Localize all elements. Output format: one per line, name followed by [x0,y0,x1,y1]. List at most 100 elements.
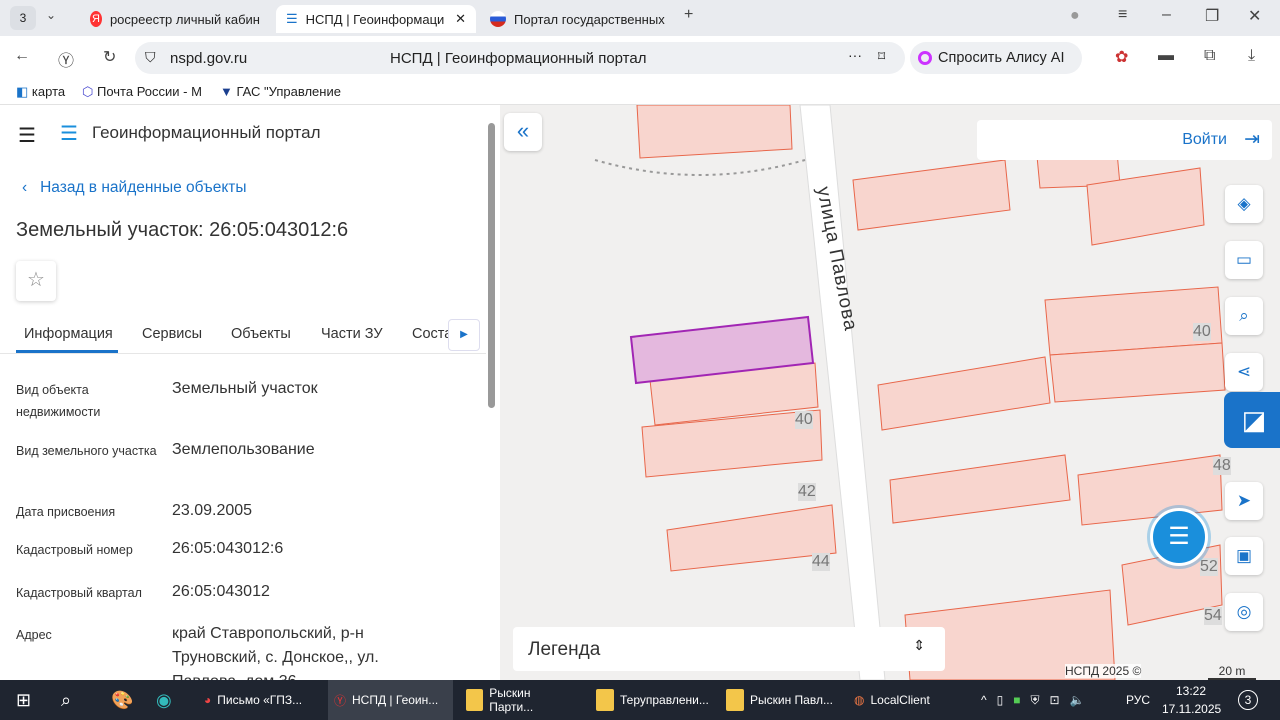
tabs-scroll-right-button[interactable]: ▶ [448,319,480,351]
share-button[interactable]: ⋖ [1225,353,1263,391]
download-icon[interactable]: ⤓ [1248,47,1255,65]
clock-date[interactable]: 17.11.2025 [1162,702,1221,716]
localclient-icon: ◍ [854,693,865,707]
bookmark-label: Почта России - М [96,84,202,99]
extension-icon[interactable]: ✿ [1115,47,1128,67]
ruler-button[interactable]: ▭ [1225,241,1263,279]
info-key: Кадастровый квартал [16,586,142,600]
taskbar-app[interactable]: Рыскин Парти... [460,680,580,720]
extension-icon[interactable]: ⧉ [1204,47,1215,65]
minimize-icon[interactable]: – [1162,6,1171,24]
map-view[interactable]: улица Павлова 40 40 42 44 48 52 54 « Вой… [500,105,1280,680]
taskbar-app[interactable]: Рыскин Павл... [720,680,840,720]
tab-information[interactable]: Информация [24,326,113,342]
back-link[interactable]: ‹ Назад в найденные объекты [22,179,247,197]
ask-alice-button[interactable]: Спросить Алису AI [910,42,1082,74]
expand-icon: ⇕ [913,637,925,653]
info-value: край Ставропольский, р-н Труновский, с. … [172,625,379,680]
login-icon: ⇥ [1244,129,1260,150]
minimap-button[interactable]: ▣ [1225,537,1263,575]
edge-app[interactable]: ◉ [150,680,178,720]
shield-icon: ⛉ [145,49,156,65]
divider [0,353,486,354]
tab-rosreestr[interactable]: Яросреестр личный кабин [80,5,270,33]
app-label: Теруправлени... [620,693,709,707]
taskbar-app[interactable]: ◕ Письмо «ГПЗ... [198,680,318,720]
url-text: nspd.gov.ru [170,50,248,67]
taskbar-app[interactable]: Ⓨ НСПД | Геоин... [328,680,453,720]
scrollbar-thumb[interactable] [488,123,495,408]
menu-icon[interactable]: ≡ [1118,6,1127,24]
geolocation-button[interactable]: ◎ [1225,593,1263,631]
box-icon: ⬡ [82,84,94,99]
bookmark-karta[interactable]: ◧ карта [16,84,65,100]
app-tray-icon: ■ [1013,693,1021,707]
new-tab-icon[interactable]: + [684,6,693,24]
copyright: НСПД 2025 © [1065,664,1142,678]
tab-nspd[interactable]: ☰ НСПД | Геоинформаци ✕ [276,5,476,33]
flag-icon [490,11,506,27]
yandex-button-icon[interactable]: Ⓨ [58,47,74,71]
path-line [594,159,806,176]
reload-icon[interactable]: ↻ [103,47,116,67]
hamburger-icon[interactable]: ☰ [18,123,36,148]
clock-time[interactable]: 13:22 [1176,684,1206,698]
tab-objects[interactable]: Объекты [231,326,291,342]
legend-panel[interactable]: Легенда ⇕ [513,627,945,671]
windows-icon: ⊞ [16,689,32,710]
tab-composition[interactable]: Соста [412,326,452,342]
url-field[interactable]: ⛉ nspd.gov.ru НСПД | Геоинформационный п… [135,42,905,74]
alice-label: Спросить Алису AI [938,50,1065,66]
shield-tray-icon: ⛨ [1030,692,1040,707]
close-window-icon[interactable]: ✕ [1248,6,1261,26]
gas-icon: ▼ [220,84,233,99]
profile-icon[interactable]: ● [1070,7,1080,25]
bookmark-gas[interactable]: ▼ ГАС "Управление [220,84,341,99]
tab-gosuslugi[interactable]: Портал государственных [480,5,675,33]
language-indicator[interactable]: РУС [1126,693,1150,707]
extension-icon[interactable]: ▬ [1158,47,1174,65]
search-button[interactable]: ⌕ [55,680,77,720]
app-label: Рыскин Парти... [489,686,534,714]
taskbar-app[interactable]: Теруправлени... [590,680,715,720]
folder-icon [596,689,614,711]
select-area-button[interactable]: ⌕ [1225,297,1263,335]
tab-title: росреестр личный кабин [109,11,260,27]
map-canvas [594,105,1226,680]
chat-button[interactable]: ☰ [1150,508,1208,566]
paint-app[interactable]: 🎨 [105,680,139,720]
yandex-browser-icon: Ⓨ [334,693,347,708]
tab-services[interactable]: Сервисы [142,326,202,342]
back-icon[interactable]: ← [14,47,30,65]
system-tray[interactable]: ^ ▯ ■ ⛨ ⊡ 🔈 [975,680,1091,720]
collapse-panel-button[interactable]: « [504,113,542,151]
layers-button[interactable]: ◈ [1225,185,1263,223]
chevron-down-icon[interactable]: ⌄ [46,8,56,22]
close-icon[interactable]: ✕ [455,11,466,27]
start-button[interactable]: ⊞ [10,680,37,720]
notification-badge[interactable]: 3 [1238,690,1258,710]
taskbar-app[interactable]: ◍ LocalClient [848,680,968,720]
favorite-star-button[interactable]: ☆ [16,261,56,301]
bookmark-pochta[interactable]: ⬡ Почта России - М [82,84,202,100]
locate-button[interactable]: ➤ [1225,482,1263,520]
scale-bar: 20 m [1208,664,1256,680]
bookmarks-bar: ◧ карта ⬡ Почта России - М ▼ ГАС "Управл… [0,80,1280,105]
tab-count[interactable]: 3 [10,6,36,30]
browser-tab-bar: 3 ⌄ Яросреестр личный кабин ☰ НСПД | Геои… [0,0,1280,36]
navigation-arrow-icon: ➤ [1236,491,1252,510]
legend-label: Легенда [528,639,601,660]
restore-icon[interactable]: ❐ [1205,6,1219,26]
app-label: Рыскин Павл... [750,693,833,707]
tab-parts[interactable]: Части ЗУ [321,326,383,342]
ruler-icon: ▭ [1235,250,1253,269]
page-title-text: НСПД | Геоинформационный портал [390,50,647,67]
bookmark-icon[interactable]: ⌑ [878,48,885,65]
assistant-button[interactable]: ◪ [1224,392,1280,448]
login-button[interactable]: Войти ⇥ [977,120,1272,160]
info-value: 26:05:043012:6 [172,540,284,557]
usb-icon: ▯ [996,693,1004,707]
info-key: Вид земельного участка [16,444,157,458]
chat-bubble-icon: ◪ [1241,405,1267,435]
more-icon[interactable]: ··· [848,47,862,63]
